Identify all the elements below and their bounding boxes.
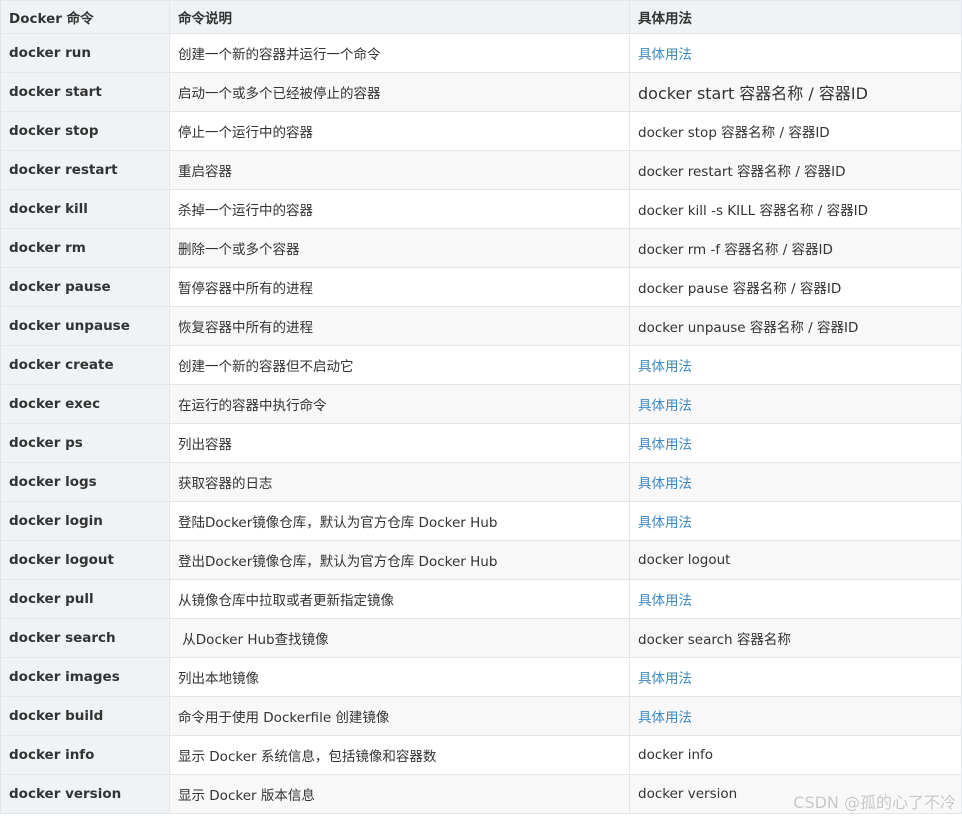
usage-link[interactable]: 具体用法 (629, 657, 962, 697)
usage-cell: docker stop 容器名称 / 容器ID (629, 111, 962, 151)
description-cell: 登陆Docker镜像仓库，默认为官方仓库 Docker Hub (169, 501, 630, 541)
table-row: docker pause 暂停容器中所有的进程 docker pause 容器名称 … (0, 267, 962, 307)
header-command: Docker 命令 (0, 0, 170, 34)
command-cell: docker logout (0, 540, 170, 580)
table-body: docker run 创建一个新的容器并运行一个命令 具体用法 docker star… (0, 33, 962, 814)
command-cell: docker version (0, 774, 170, 814)
command-cell: docker restart (0, 150, 170, 190)
command-cell: docker exec (0, 384, 170, 424)
docker-commands-table: Docker 命令 命令说明 具体用法 docker run 创建一个新的容器并运… (0, 0, 962, 814)
description-cell: 停止一个运行中的容器 (169, 111, 630, 151)
usage-link[interactable]: 具体用法 (629, 696, 962, 736)
description-cell: 列出本地镜像 (169, 657, 630, 697)
table-row: docker search 从Docker Hub查找镜像 docker sear… (0, 618, 962, 658)
usage-link[interactable]: 具体用法 (629, 345, 962, 385)
description-cell: 从镜像仓库中拉取或者更新指定镜像 (169, 579, 630, 619)
description-cell: 恢复容器中所有的进程 (169, 306, 630, 346)
usage-link[interactable]: 具体用法 (629, 501, 962, 541)
command-cell: docker run (0, 33, 170, 73)
command-cell: docker logs (0, 462, 170, 502)
description-cell: 列出容器 (169, 423, 630, 463)
table-row: docker build 命令用于使用 Dockerfile 创建镜像 具体用法 (0, 696, 962, 736)
usage-cell: docker kill -s KILL 容器名称 / 容器ID (629, 189, 962, 229)
table-row: docker unpause 恢复容器中所有的进程 docker unpause 容… (0, 306, 962, 346)
table-row: docker version 显示 Docker 版本信息 docker versi… (0, 774, 962, 814)
description-cell: 获取容器的日志 (169, 462, 630, 502)
command-cell: docker login (0, 501, 170, 541)
description-cell: 创建一个新的容器但不启动它 (169, 345, 630, 385)
command-cell: docker kill (0, 189, 170, 229)
usage-link[interactable]: 具体用法 (629, 33, 962, 73)
table-row: docker exec 在运行的容器中执行命令 具体用法 (0, 384, 962, 424)
table-row: docker rm 删除一个或多个容器 docker rm -f 容器名称 / 容器… (0, 228, 962, 268)
usage-cell: docker search 容器名称 (629, 618, 962, 658)
command-cell: docker search (0, 618, 170, 658)
header-usage: 具体用法 (629, 0, 962, 34)
table-row: docker images 列出本地镜像 具体用法 (0, 657, 962, 697)
description-cell: 在运行的容器中执行命令 (169, 384, 630, 424)
command-cell: docker start (0, 72, 170, 112)
command-cell: docker images (0, 657, 170, 697)
table-row: docker ps 列出容器 具体用法 (0, 423, 962, 463)
usage-link[interactable]: 具体用法 (629, 462, 962, 502)
table-row: docker kill 杀掉一个运行中的容器 docker kill -s KILL… (0, 189, 962, 229)
description-cell: 暂停容器中所有的进程 (169, 267, 630, 307)
command-cell: docker info (0, 735, 170, 775)
description-cell: 命令用于使用 Dockerfile 创建镜像 (169, 696, 630, 736)
header-description: 命令说明 (169, 0, 630, 34)
table-row: docker run 创建一个新的容器并运行一个命令 具体用法 (0, 33, 962, 73)
table-header: Docker 命令 命令说明 具体用法 (0, 0, 962, 34)
usage-link[interactable]: 具体用法 (629, 423, 962, 463)
table-row: docker pull 从镜像仓库中拉取或者更新指定镜像 具体用法 (0, 579, 962, 619)
table-row: docker create 创建一个新的容器但不启动它 具体用法 (0, 345, 962, 385)
description-cell: 登出Docker镜像仓库，默认为官方仓库 Docker Hub (169, 540, 630, 580)
usage-cell: docker restart 容器名称 / 容器ID (629, 150, 962, 190)
table-row: docker logout 登出Docker镜像仓库，默认为官方仓库 Docker… (0, 540, 962, 580)
table-row: docker start 启动一个或多个已经被停止的容器 docker start … (0, 72, 962, 112)
usage-cell: docker version (629, 774, 962, 814)
usage-cell: docker rm -f 容器名称 / 容器ID (629, 228, 962, 268)
command-cell: docker stop (0, 111, 170, 151)
command-cell: docker build (0, 696, 170, 736)
command-cell: docker create (0, 345, 170, 385)
usage-link[interactable]: 具体用法 (629, 384, 962, 424)
description-cell: 显示 Docker 版本信息 (169, 774, 630, 814)
usage-cell: docker start 容器名称 / 容器ID (629, 72, 962, 112)
description-cell: 创建一个新的容器并运行一个命令 (169, 33, 630, 73)
page: Docker 命令 命令说明 具体用法 docker run 创建一个新的容器并运… (0, 0, 962, 819)
table-row: docker logs 获取容器的日志 具体用法 (0, 462, 962, 502)
description-cell: 重启容器 (169, 150, 630, 190)
header-row: Docker 命令 命令说明 具体用法 (0, 0, 962, 34)
usage-link[interactable]: 具体用法 (629, 579, 962, 619)
usage-cell: docker pause 容器名称 / 容器ID (629, 267, 962, 307)
command-cell: docker pull (0, 579, 170, 619)
usage-cell: docker unpause 容器名称 / 容器ID (629, 306, 962, 346)
table-row: docker info 显示 Docker 系统信息，包括镜像和容器数 docker… (0, 735, 962, 775)
table-row: docker restart 重启容器 docker restart 容器名称 / … (0, 150, 962, 190)
table-row: docker login 登陆Docker镜像仓库，默认为官方仓库 Docker … (0, 501, 962, 541)
description-cell: 显示 Docker 系统信息，包括镜像和容器数 (169, 735, 630, 775)
description-cell: 从Docker Hub查找镜像 (169, 618, 630, 658)
description-cell: 启动一个或多个已经被停止的容器 (169, 72, 630, 112)
description-cell: 删除一个或多个容器 (169, 228, 630, 268)
command-cell: docker rm (0, 228, 170, 268)
usage-cell: docker logout (629, 540, 962, 580)
command-cell: docker ps (0, 423, 170, 463)
command-cell: docker unpause (0, 306, 170, 346)
table-row: docker stop 停止一个运行中的容器 docker stop 容器名称 / … (0, 111, 962, 151)
usage-cell: docker info (629, 735, 962, 775)
description-cell: 杀掉一个运行中的容器 (169, 189, 630, 229)
command-cell: docker pause (0, 267, 170, 307)
